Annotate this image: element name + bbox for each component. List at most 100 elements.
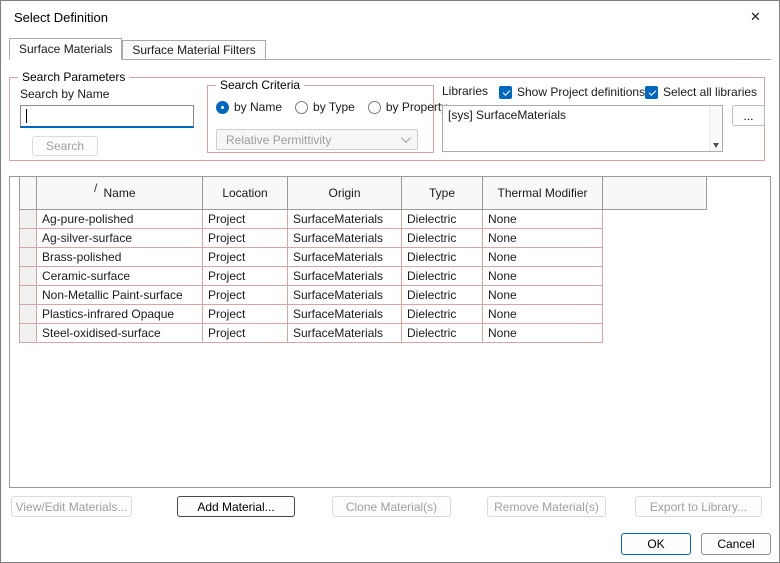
search-parameters-group: Search Parameters Search by Name Search … (9, 70, 765, 161)
table-cell: Project (202, 285, 288, 305)
header-name[interactable]: / Name (36, 176, 203, 210)
table-cell: Project (202, 228, 288, 248)
materials-table-body: Ag-pure-polished Project SurfaceMaterials D… (19, 209, 707, 343)
tab-surface-materials[interactable]: Surface Materials (9, 38, 123, 60)
table-cell: Non-Metallic Paint-surface (36, 285, 203, 305)
ok-button[interactable]: OK (621, 533, 691, 555)
scroll-down-icon[interactable] (713, 143, 719, 148)
remove-material-button[interactable]: Remove Material(s) (487, 496, 606, 517)
table-header-row: / Name Location Origin Type Thermal Modi… (19, 176, 707, 210)
header-type[interactable]: Type (401, 176, 483, 210)
row-selector[interactable] (19, 266, 37, 286)
property-dropdown[interactable]: Relative Permittivity (216, 129, 418, 150)
table-cell: Project (202, 304, 288, 324)
show-project-definitions-checkbox[interactable]: Show Project definitions (499, 85, 645, 99)
table-cell: None (482, 209, 603, 229)
table-row[interactable]: Steel-oxidised-surface Project SurfaceMate… (19, 323, 707, 343)
radio-by-name-label: by Name (234, 100, 283, 114)
select-all-libraries-label: Select all libraries (663, 85, 758, 99)
table-cell: Brass-polished (36, 247, 203, 267)
table-row[interactable]: Plastics-infrared Opaque Project SurfaceMa… (19, 304, 707, 324)
add-material-button[interactable]: Add Material... (177, 496, 295, 517)
close-icon: ✕ (750, 9, 761, 24)
dialog-title: Select Definition (14, 10, 108, 25)
search-name-input[interactable] (20, 105, 194, 128)
row-selector[interactable] (19, 304, 37, 324)
row-selector[interactable] (19, 247, 37, 267)
table-row[interactable]: Ag-pure-polished Project SurfaceMaterials D… (19, 209, 707, 229)
table-cell: Ag-silver-surface (36, 228, 203, 248)
table-cell: Project (202, 266, 288, 286)
radio-unselected-icon[interactable] (367, 100, 381, 114)
table-cell: Project (202, 209, 288, 229)
listbox-scrollbar[interactable] (709, 106, 722, 151)
export-to-library-button[interactable]: Export to Library... (635, 496, 762, 517)
table-cell: None (482, 304, 603, 324)
checkbox-checked-icon[interactable] (645, 85, 658, 99)
row-selector[interactable] (19, 285, 37, 305)
libraries-listbox[interactable]: [sys] SurfaceMaterials (442, 105, 723, 152)
chevron-down-icon (400, 133, 411, 144)
search-criteria-group: Search Criteria by Name by Type by Prope… (207, 78, 447, 153)
search-criteria-label: Search Criteria (216, 78, 305, 92)
table-cell: Ceramic-surface (36, 266, 203, 286)
tab-surface-material-filters[interactable]: Surface Material Filters (122, 40, 266, 59)
table-cell: SurfaceMaterials (287, 323, 402, 343)
clone-material-button[interactable]: Clone Material(s) (332, 496, 451, 517)
table-cell: None (482, 323, 603, 343)
table-cell: Dielectric (401, 228, 483, 248)
table-cell: None (482, 247, 603, 267)
search-parameters-label: Search Parameters (18, 70, 130, 84)
table-cell: Plastics-infrared Opaque (36, 304, 203, 324)
browse-libraries-button[interactable]: ... (732, 105, 765, 126)
radio-selected-icon[interactable] (216, 100, 229, 114)
table-row[interactable]: Brass-polished Project SurfaceMaterials Die… (19, 247, 707, 267)
table-cell: Project (202, 323, 288, 343)
table-cell: SurfaceMaterials (287, 266, 402, 286)
show-project-definitions-label: Show Project definitions (517, 85, 646, 99)
search-button[interactable]: Search (32, 136, 98, 156)
header-name-label: Name (103, 186, 136, 200)
table-cell: Dielectric (401, 209, 483, 229)
libraries-label: Libraries (442, 84, 489, 98)
table-cell: Dielectric (401, 285, 483, 305)
table-cell: SurfaceMaterials (287, 285, 402, 305)
radio-by-name[interactable]: by Name (216, 100, 282, 114)
title-bar: Select Definition ✕ (1, 1, 779, 33)
table-cell: SurfaceMaterials (287, 228, 402, 248)
close-button[interactable]: ✕ (733, 2, 778, 32)
table-cell: None (482, 266, 603, 286)
table-cell: Steel-oxidised-surface (36, 323, 203, 343)
radio-by-property-label: by Property (385, 100, 448, 114)
tab-strip: Surface Materials Surface Material Filte… (9, 38, 771, 60)
radio-by-property[interactable]: by Property (367, 100, 448, 114)
select-all-libraries-checkbox[interactable]: Select all libraries (645, 85, 757, 99)
row-selector[interactable] (19, 228, 37, 248)
search-name-input-field[interactable] (21, 106, 193, 126)
radio-by-type[interactable]: by Type (295, 100, 355, 114)
header-thermal-modifier[interactable]: Thermal Modifier (482, 176, 603, 210)
row-selector[interactable] (19, 209, 37, 229)
header-selector-column (19, 176, 37, 210)
row-selector[interactable] (19, 323, 37, 343)
search-by-name-label: Search by Name (20, 87, 110, 101)
library-item[interactable]: [sys] SurfaceMaterials (443, 106, 722, 124)
table-cell: Dielectric (401, 266, 483, 286)
criteria-radio-group: by Name by Type by Property (216, 100, 447, 114)
table-cell: SurfaceMaterials (287, 209, 402, 229)
table-cell: None (482, 228, 603, 248)
header-filler (602, 176, 707, 210)
view-edit-materials-button[interactable]: View/Edit Materials... (11, 496, 132, 517)
table-cell: SurfaceMaterials (287, 247, 402, 267)
table-cell: SurfaceMaterials (287, 304, 402, 324)
checkbox-checked-icon[interactable] (499, 85, 512, 99)
header-location[interactable]: Location (202, 176, 288, 210)
table-row[interactable]: Ag-silver-surface Project SurfaceMaterials… (19, 228, 707, 248)
table-row[interactable]: Ceramic-surface Project SurfaceMaterials Di… (19, 266, 707, 286)
materials-table: / Name Location Origin Type Thermal Modi… (9, 176, 771, 488)
radio-unselected-icon[interactable] (295, 100, 309, 114)
property-dropdown-value: Relative Permittivity (226, 132, 332, 147)
table-row[interactable]: Non-Metallic Paint-surface Project Surface… (19, 285, 707, 305)
cancel-button[interactable]: Cancel (701, 533, 771, 555)
header-origin[interactable]: Origin (287, 176, 402, 210)
